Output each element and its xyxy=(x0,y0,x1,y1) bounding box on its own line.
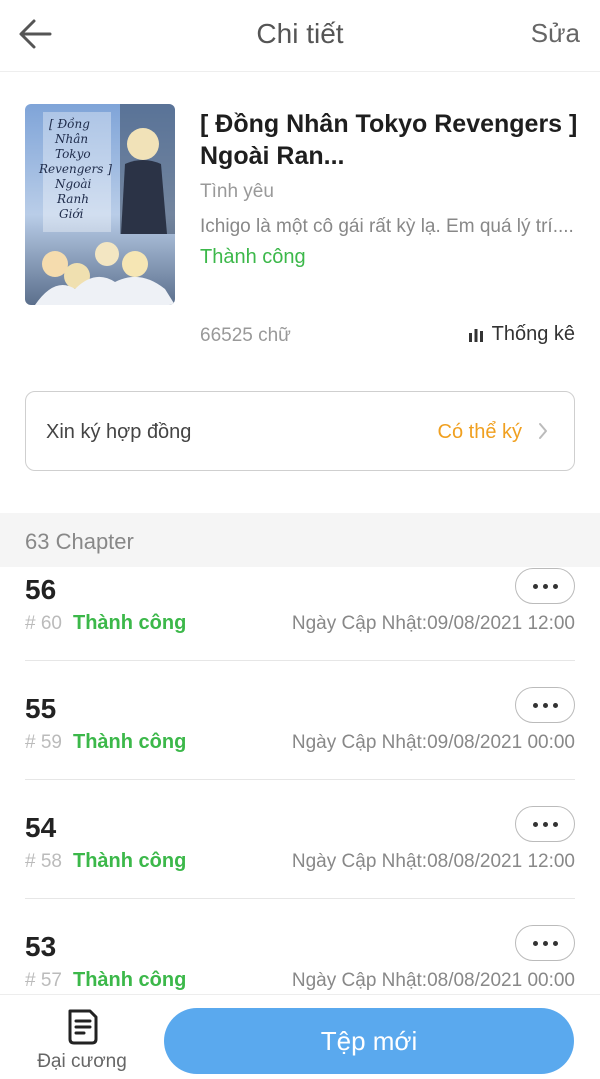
more-options-button[interactable] xyxy=(515,687,575,723)
more-dots-icon xyxy=(532,702,538,708)
chapter-index: # 60 xyxy=(25,613,62,634)
cover-title-line: Ranh xyxy=(56,192,89,206)
contract-label: Xin ký hợp đồng xyxy=(46,421,192,443)
page-title: Chi tiết xyxy=(256,18,344,49)
more-dots-icon xyxy=(532,821,538,827)
edit-button[interactable]: Sửa xyxy=(531,18,580,49)
chapter-updated-date: Ngày Cập Nhật:09/08/2021 00:00 xyxy=(292,732,575,754)
top-app-bar: Chi tiết Sửa xyxy=(0,0,600,72)
more-dots-icon xyxy=(532,583,538,589)
date-value: 08/08/2021 12:00 xyxy=(427,851,575,872)
chapter-index: # 58 xyxy=(25,851,62,872)
cover-title-line: Ngoài xyxy=(54,177,92,191)
book-info: [ Đồng Nhân Tokyo Revengers ] Ngoài Ran.… xyxy=(200,108,580,269)
divider xyxy=(25,660,575,661)
date-value: 09/08/2021 12:00 xyxy=(427,613,575,634)
divider xyxy=(25,898,575,899)
cover-title-line: Nhân xyxy=(54,132,88,146)
date-value: 08/08/2021 00:00 xyxy=(427,970,575,991)
date-label: Ngày Cập Nhật: xyxy=(291,613,428,634)
contract-request-row[interactable]: Xin ký hợp đồng Có thể ký xyxy=(25,391,575,471)
contract-status: Có thể ký xyxy=(437,421,522,443)
chapter-row[interactable]: 56 # 60 Thành công Ngày Cập Nhật:09/08/2… xyxy=(0,567,600,686)
chevron-right-icon xyxy=(539,423,547,439)
cover-title-line: Tokyo xyxy=(55,147,91,161)
date-value: 09/08/2021 00:00 xyxy=(427,732,575,753)
date-label: Ngày Cập Nhật: xyxy=(291,732,428,753)
date-label: Ngày Cập Nhật: xyxy=(291,851,428,872)
chapter-status: Thành công xyxy=(73,731,187,753)
chapter-row[interactable]: 54 # 58 Thành công Ngày Cập Nhật:08/08/2… xyxy=(0,805,600,924)
stats-button[interactable]: Thống kê xyxy=(468,323,575,346)
chapter-updated-date: Ngày Cập Nhật:08/08/2021 00:00 xyxy=(292,970,575,992)
more-options-button[interactable] xyxy=(515,925,575,961)
outline-label: Đại cương xyxy=(37,1051,127,1072)
cover-title-line: [ Đồng xyxy=(49,116,90,131)
new-file-button[interactable]: Tệp mới xyxy=(164,1008,574,1074)
book-description: Ichigo là một cô gái rất kỳ lạ. Em quá l… xyxy=(200,216,574,237)
word-count: 66525 chữ xyxy=(200,325,291,346)
book-cover-image[interactable]: [ Đồng Nhân Tokyo Revengers ] Ngoài Ranh… xyxy=(25,104,175,305)
divider xyxy=(25,779,575,780)
bottom-action-bar: Đại cương Tệp mới xyxy=(0,994,600,1079)
stats-label: Thống kê xyxy=(491,323,575,345)
chapter-updated-date: Ngày Cập Nhật:09/08/2021 12:00 xyxy=(292,613,575,635)
chapter-index: # 57 xyxy=(25,970,62,991)
chapter-updated-date: Ngày Cập Nhật:08/08/2021 12:00 xyxy=(292,851,575,873)
bar-chart-icon xyxy=(468,328,484,342)
chapter-section-header: 63 Chapter xyxy=(0,513,600,567)
book-genre: Tình yêu xyxy=(200,181,274,202)
cover-title-line: Giới xyxy=(59,207,84,221)
more-dots-icon xyxy=(532,940,538,946)
chapter-status: Thành công xyxy=(73,969,187,991)
more-options-button[interactable] xyxy=(515,568,575,604)
chapter-index: # 59 xyxy=(25,732,62,753)
chapter-status: Thành công xyxy=(73,612,187,634)
book-status: Thành công xyxy=(200,246,306,268)
cover-title-line: Revengers ] xyxy=(38,162,112,176)
book-title[interactable]: [ Đồng Nhân Tokyo Revengers ] Ngoài Ran.… xyxy=(200,108,580,172)
chapter-number: 53 xyxy=(25,931,57,962)
chapter-number: 55 xyxy=(25,693,57,724)
date-label: Ngày Cập Nhật: xyxy=(291,970,428,991)
chapter-list[interactable]: 56 # 60 Thành công Ngày Cập Nhật:09/08/2… xyxy=(0,567,600,994)
chapter-count: 63 Chapter xyxy=(25,529,134,554)
document-icon xyxy=(68,1009,98,1045)
chapter-status: Thành công xyxy=(73,850,187,872)
chapter-row[interactable]: 53 # 57 Thành công Ngày Cập Nhật:08/08/2… xyxy=(0,924,600,994)
chapter-row[interactable]: 55 # 59 Thành công Ngày Cập Nhật:09/08/2… xyxy=(0,686,600,805)
chapter-number: 56 xyxy=(25,574,57,605)
more-options-button[interactable] xyxy=(515,806,575,842)
cover-artwork: [ Đồng Nhân Tokyo Revengers ] Ngoài Ranh… xyxy=(25,104,175,305)
outline-button[interactable]: Đại cương xyxy=(28,1007,138,1073)
chapter-number: 54 xyxy=(25,812,57,843)
